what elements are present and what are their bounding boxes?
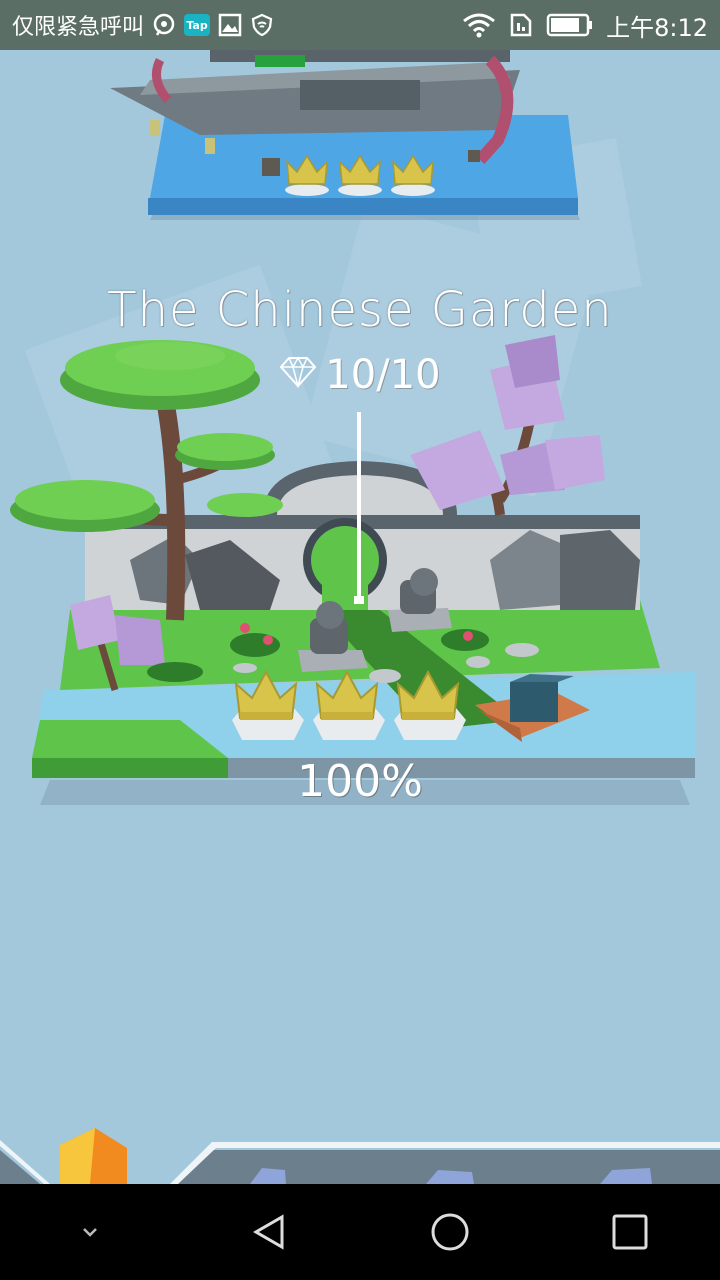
collapse-icon[interactable] [50, 1192, 130, 1272]
battery-icon [546, 12, 594, 38]
sim-icon [508, 12, 534, 38]
carrier-text: 仅限紧急呼叫 [12, 15, 145, 40]
vpn-shield-icon [250, 13, 274, 37]
home-icon[interactable] [410, 1192, 490, 1272]
gallery-icon [218, 13, 242, 37]
diamond-icon [279, 352, 317, 398]
back-icon[interactable] [230, 1192, 310, 1272]
message-icon [152, 13, 176, 37]
previous-level-island[interactable] [110, 50, 580, 220]
gem-count: 10/10 [325, 352, 441, 398]
progress-beam [357, 412, 361, 600]
recents-icon[interactable] [590, 1192, 670, 1272]
wifi-icon [462, 12, 496, 38]
navigation-bar [0, 1184, 720, 1280]
status-bar: 仅限紧急呼叫 Tap 上午8:12 [0, 0, 720, 50]
clock-text: 上午8:12 [606, 13, 708, 42]
gem-counter: 10/10 [0, 352, 720, 398]
level-title: The Chinese Garden [107, 282, 613, 338]
next-level-preview[interactable] [0, 1128, 720, 1184]
scene-art [0, 50, 720, 1184]
completion-percent: 100% [297, 756, 423, 807]
level-select-scene[interactable]: The Chinese Garden 10/10 100% [0, 50, 720, 1184]
tap-app-icon: Tap [184, 14, 211, 36]
